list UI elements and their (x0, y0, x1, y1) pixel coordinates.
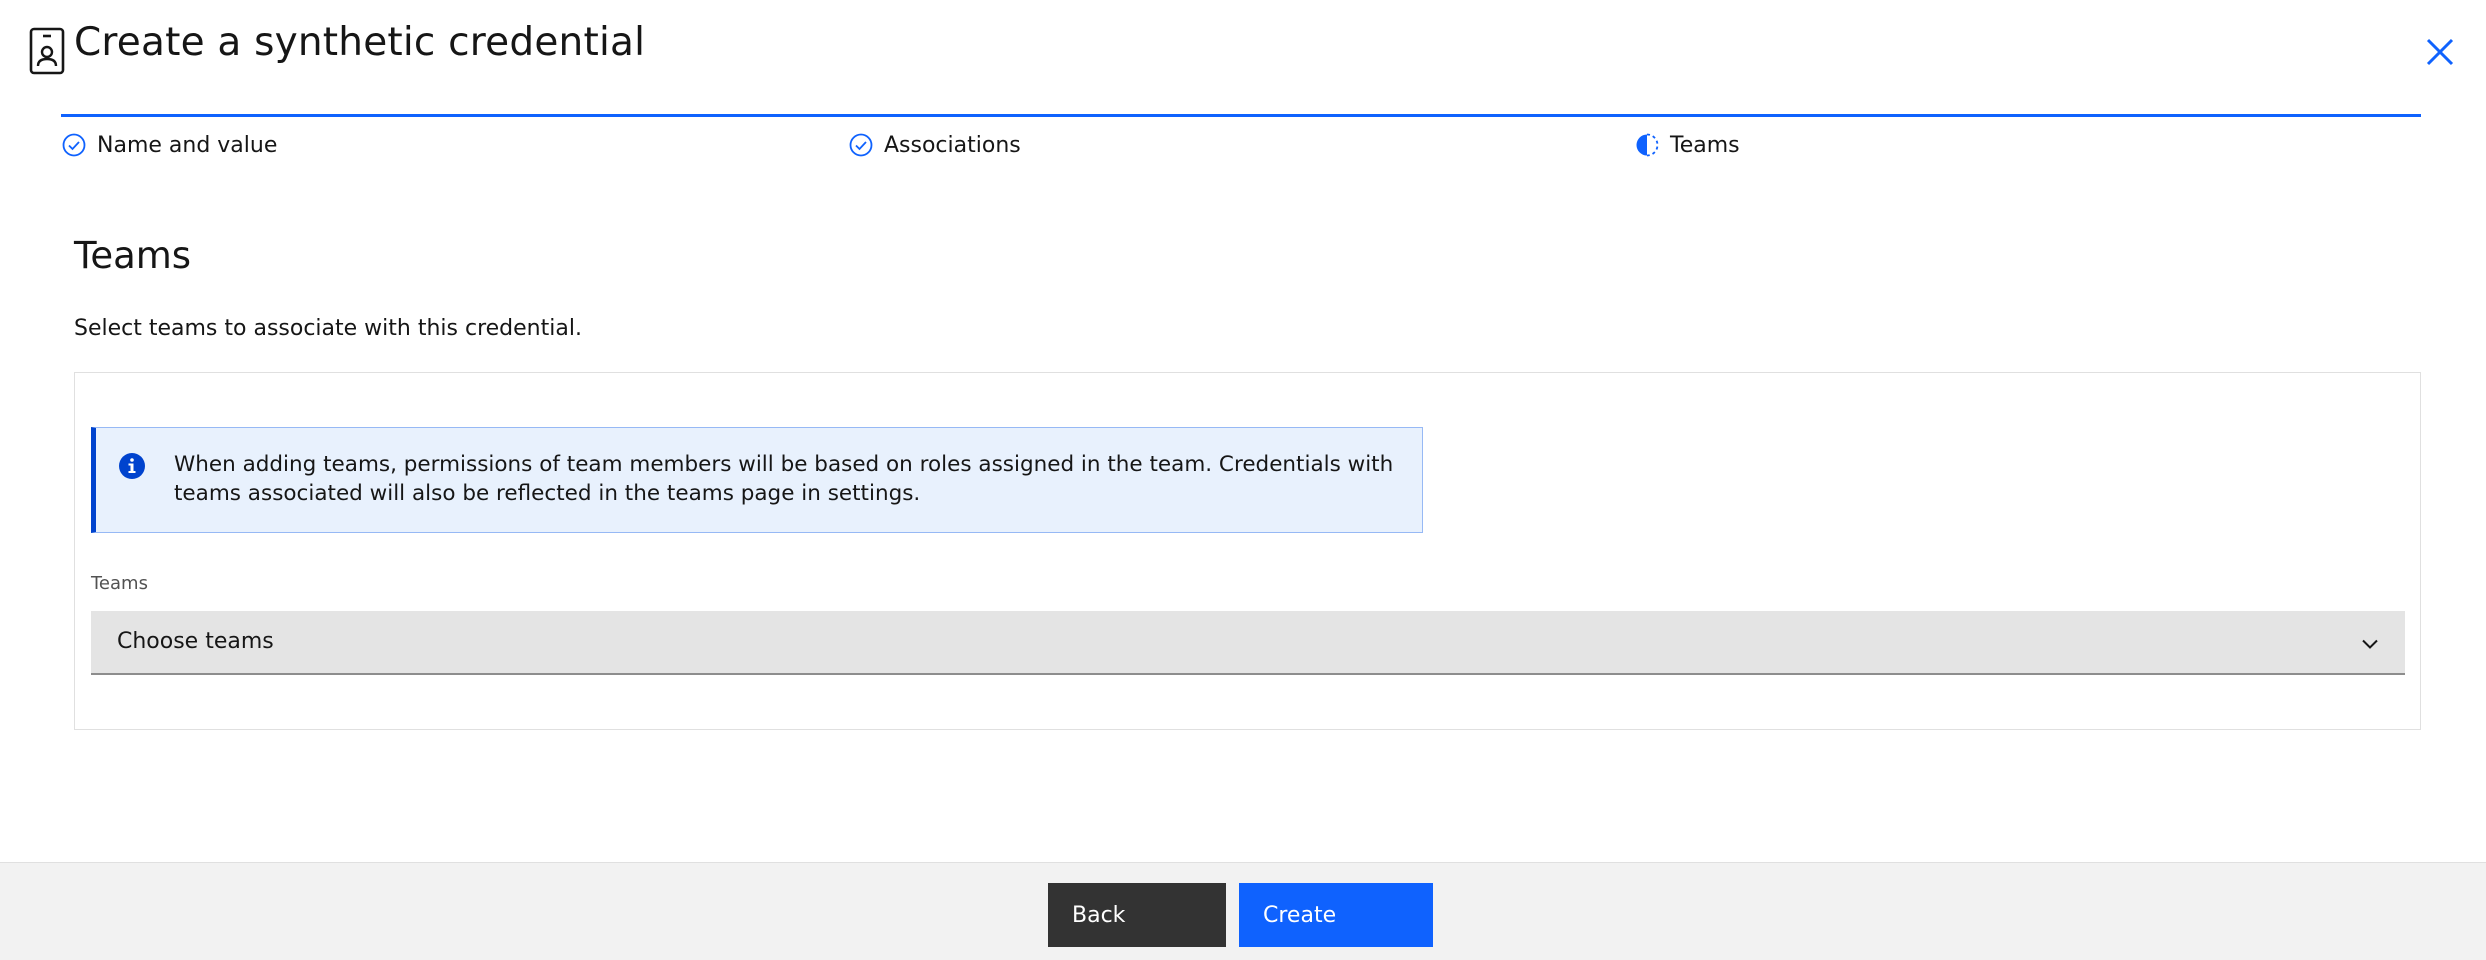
notification-text: When adding teams, permissions of team m… (174, 452, 1394, 506)
step-label: Name and value (97, 132, 278, 158)
progress-bar (61, 114, 2421, 117)
teams-panel: When adding teams, permissions of team m… (74, 372, 2421, 730)
step-associations[interactable]: Associations (848, 130, 1021, 160)
create-button[interactable]: Create (1239, 883, 1433, 947)
teams-dropdown-placeholder: Choose teams (117, 629, 274, 654)
modal-title: Create a synthetic credential (74, 20, 646, 65)
chevron-down-icon (2362, 639, 2378, 649)
step-name-and-value[interactable]: Name and value (61, 130, 277, 160)
modal-header: Create a synthetic credential (0, 0, 2486, 90)
info-icon (119, 453, 145, 479)
teams-dropdown[interactable]: Choose teams (91, 611, 2405, 675)
modal-footer: Back Create (0, 862, 2486, 960)
credential-badge-icon (29, 27, 65, 75)
step-label: Associations (884, 132, 1021, 158)
teams-field-label: Teams (91, 573, 148, 594)
back-button[interactable]: Back (1048, 883, 1226, 947)
checkmark-circle-icon (849, 133, 873, 157)
close-icon[interactable] (2420, 32, 2460, 72)
section-title: Teams (74, 234, 192, 277)
info-notification: When adding teams, permissions of team m… (91, 427, 1423, 533)
progress-indicator: Name and value Associations Teams (61, 114, 2421, 164)
step-label: Teams (1670, 132, 1740, 158)
checkmark-circle-icon (62, 133, 86, 157)
section-description: Select teams to associate with this cred… (74, 316, 582, 341)
step-teams[interactable]: Teams (1634, 130, 1740, 160)
half-circle-icon (1636, 133, 1659, 157)
